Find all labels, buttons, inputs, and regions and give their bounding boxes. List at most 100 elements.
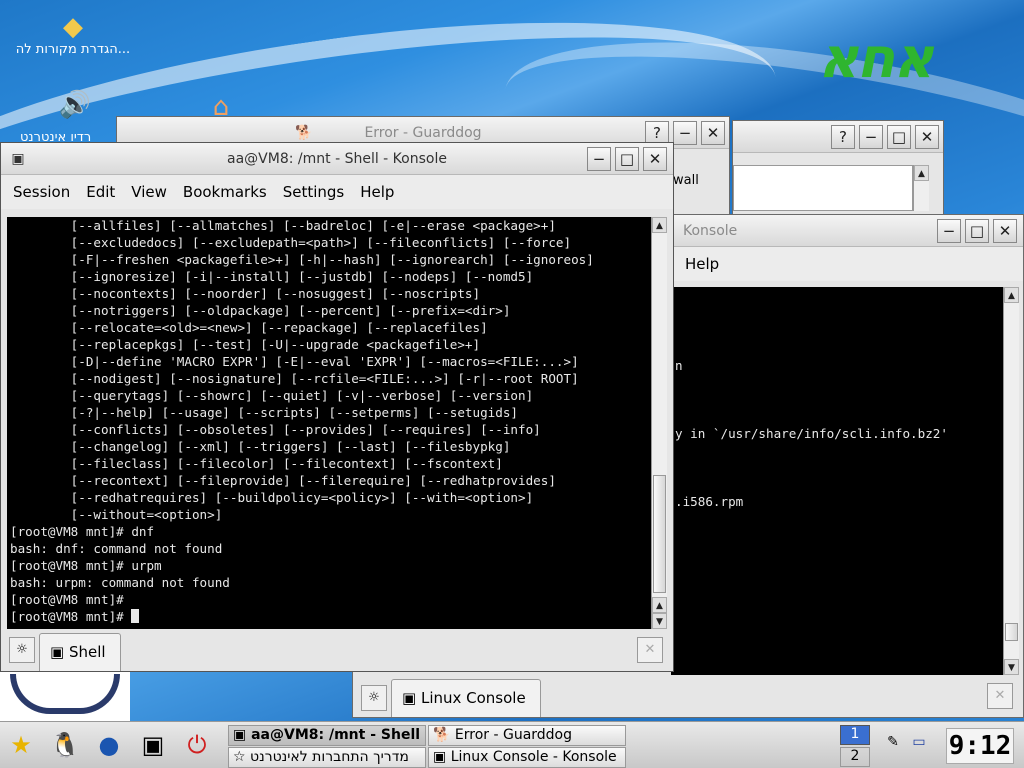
display-icon[interactable]: ▭ <box>908 734 930 750</box>
menu-help[interactable]: Help <box>352 183 402 201</box>
minimize-button[interactable]: − <box>937 219 961 243</box>
close-button[interactable]: ✕ <box>701 121 725 145</box>
maximize-button[interactable]: □ <box>965 219 989 243</box>
pager-desktop-2[interactable]: 2 <box>840 747 870 767</box>
close-session-icon[interactable]: ✕ <box>637 637 663 663</box>
wallpaper-corner <box>0 670 130 722</box>
scroll-thumb[interactable] <box>653 475 666 593</box>
task-guarddog-error[interactable]: 🐕 Error - Guarddog <box>428 725 626 746</box>
terminal-icon: ▣ <box>433 749 447 765</box>
vertical-scrollbar[interactable]: ▲ ▼ <box>1003 287 1019 675</box>
help-button[interactable]: ? <box>831 125 855 149</box>
task-linux-console[interactable]: ▣ Linux Console - Konsole <box>428 747 626 768</box>
menu-settings[interactable]: Settings <box>275 183 353 201</box>
package-box-icon: ◆ <box>63 12 83 42</box>
terminal-line: [--notriggers] [--oldpackage] [--percent… <box>10 303 511 318</box>
tab-linux-console[interactable]: ▣ Linux Console <box>391 679 541 717</box>
desktop-icon-sources[interactable]: ◆ הגדרת מקורות לה... <box>8 12 138 57</box>
tab-bar: ☼ ▣ Shell ✕ <box>1 631 673 671</box>
scroll-down-arrow-icon[interactable]: ▼ <box>1004 659 1019 675</box>
tab-bar: ☼ ▣ Linux Console ✕ <box>353 677 1023 717</box>
terminal-line: bash: dnf: command not found <box>10 541 223 556</box>
scroll-up-arrow-icon[interactable]: ▲ <box>652 217 667 233</box>
close-button[interactable]: ✕ <box>993 219 1017 243</box>
terminal-line: [--relocate=<old>=<new>] [--repackage] [… <box>10 320 488 335</box>
dialog-text: wall <box>673 173 699 188</box>
window-title: Konsole <box>683 223 738 239</box>
task-label: מדריך התחברות לאינטרנט <box>250 749 409 765</box>
terminal-line: n <box>675 358 683 373</box>
task-shell-konsole[interactable]: ▣ aa@VM8: /mnt - Shell - Konsole <box>228 725 426 746</box>
menu-view[interactable]: View <box>123 183 175 201</box>
terminal-line: [root@VM8 mnt]# dnf <box>10 524 155 539</box>
menu-session[interactable]: Session <box>5 183 78 201</box>
pager-desktop-1[interactable]: 1 <box>840 725 870 745</box>
start-menu-star-icon[interactable]: ★ <box>4 728 38 762</box>
task-label: aa@VM8: /mnt - Shell - Konsole <box>251 727 425 743</box>
close-button[interactable]: ✕ <box>643 147 667 171</box>
title-bar[interactable]: ? − □ ✕ <box>733 121 943 153</box>
terminal-icon: ▣ <box>233 727 247 743</box>
new-session-icon[interactable]: ☼ <box>361 685 387 711</box>
terminal-line: [--replacepkgs] [--test] [-U|--upgrade <… <box>10 337 481 352</box>
desktop-icon-radio[interactable]: 🔊 רדיו אינטרנט <box>20 90 130 145</box>
terminal-line: [root@VM8 mnt]# <box>10 592 124 607</box>
terminal-line: [root@VM8 mnt]# <box>10 609 132 624</box>
title-bar[interactable]: ▣ aa@VM8: /mnt - Shell - Konsole − □ ✕ <box>1 143 673 175</box>
terminal-line: [-D|--define 'MACRO EXPR'] [-E|--eval 'E… <box>10 354 579 369</box>
background-window[interactable]: ? − □ ✕ ▲ <box>732 120 944 220</box>
minimize-button[interactable]: − <box>587 147 611 171</box>
konsole-app-icon: ▣ <box>11 151 25 167</box>
terminal-icon: ▣ <box>402 689 417 707</box>
terminal-icon: ▣ <box>50 643 65 661</box>
clock[interactable]: 9:12 <box>946 728 1014 764</box>
terminal-line: [--ignoresize] [-i|--install] [--justdb]… <box>10 269 534 284</box>
tab-label: Shell <box>68 643 106 661</box>
distro-logo: אחא <box>818 26 934 91</box>
window-title: Error - Guarddog <box>364 125 482 141</box>
terminal-line: y in `/usr/share/info/scli.info.bz2' <box>675 426 948 441</box>
menu-edit[interactable]: Edit <box>78 183 123 201</box>
task-internet-guide[interactable]: ☆ מדריך התחברות לאינטרנט <box>228 747 426 768</box>
terminal-output[interactable]: n y in `/usr/share/info/scli.info.bz2' .… <box>671 287 1003 675</box>
scroll-up-arrow-icon[interactable]: ▲ <box>1004 287 1019 303</box>
terminal-line: [--nodigest] [--nosignature] [--rcfile=<… <box>10 371 579 386</box>
maximize-button[interactable]: □ <box>615 147 639 171</box>
terminal-line: [--excludedocs] [--excludepath=<path>] [… <box>10 235 572 250</box>
terminal-launcher-icon[interactable]: ▣ <box>136 728 170 762</box>
penguin-icon[interactable]: 🐧 <box>48 728 82 762</box>
scroll-up-arrow-icon[interactable]: ▲ <box>914 165 929 181</box>
terminal-line: [--fileclass] [--filecolor] [--fileconte… <box>10 456 503 471</box>
terminal-output[interactable]: [--allfiles] [--allmatches] [--badreloc]… <box>7 217 651 629</box>
terminal-line: [--nocontexts] [--noorder] [--nosuggest]… <box>10 286 481 301</box>
vertical-scrollbar[interactable]: ▲ ▲ ▼ <box>651 217 667 629</box>
terminal-line: [root@VM8 mnt]# urpm <box>10 558 162 573</box>
speaker-icon: 🔊 <box>58 90 92 120</box>
close-button[interactable]: ✕ <box>915 125 939 149</box>
menu-bookmarks[interactable]: Bookmarks <box>175 183 275 201</box>
window-title: aa@VM8: /mnt - Shell - Konsole <box>227 151 447 167</box>
guarddog-app-icon: 🐕 <box>433 727 451 743</box>
vertical-scrollbar[interactable]: ▲ <box>913 165 929 211</box>
scroll-up-arrow-icon[interactable]: ▲ <box>652 597 667 613</box>
minimize-button[interactable]: − <box>859 125 883 149</box>
shell-konsole-window[interactable]: ▣ aa@VM8: /mnt - Shell - Konsole − □ ✕ S… <box>0 142 674 672</box>
minimize-button[interactable]: − <box>673 121 697 145</box>
terminal-line: [-?|--help] [--usage] [--scripts] [--set… <box>10 405 518 420</box>
scroll-thumb[interactable] <box>1005 623 1018 641</box>
logout-icon[interactable]: ⏻ <box>180 728 214 762</box>
network-icon[interactable]: ✎ <box>882 734 904 750</box>
globe-browser-icon[interactable]: ● <box>92 728 126 762</box>
taskbar: ★ 🐧 ● ▣ ⏻ ▣ aa@VM8: /mnt - Shell - Konso… <box>0 721 1024 768</box>
terminal-line: .i586.rpm <box>675 494 744 509</box>
desktop-icon-label: הגדרת מקורות לה... <box>15 42 131 57</box>
maximize-button[interactable]: □ <box>887 125 911 149</box>
content-area <box>733 165 913 211</box>
terminal-line: bash: urpm: command not found <box>10 575 230 590</box>
close-session-icon[interactable]: ✕ <box>987 683 1013 709</box>
tab-shell[interactable]: ▣ Shell <box>39 633 121 671</box>
menu-help[interactable]: Help <box>677 255 727 273</box>
guarddog-app-icon: 🐕 <box>295 125 313 141</box>
scroll-down-arrow-icon[interactable]: ▼ <box>652 613 667 629</box>
new-session-icon[interactable]: ☼ <box>9 637 35 663</box>
